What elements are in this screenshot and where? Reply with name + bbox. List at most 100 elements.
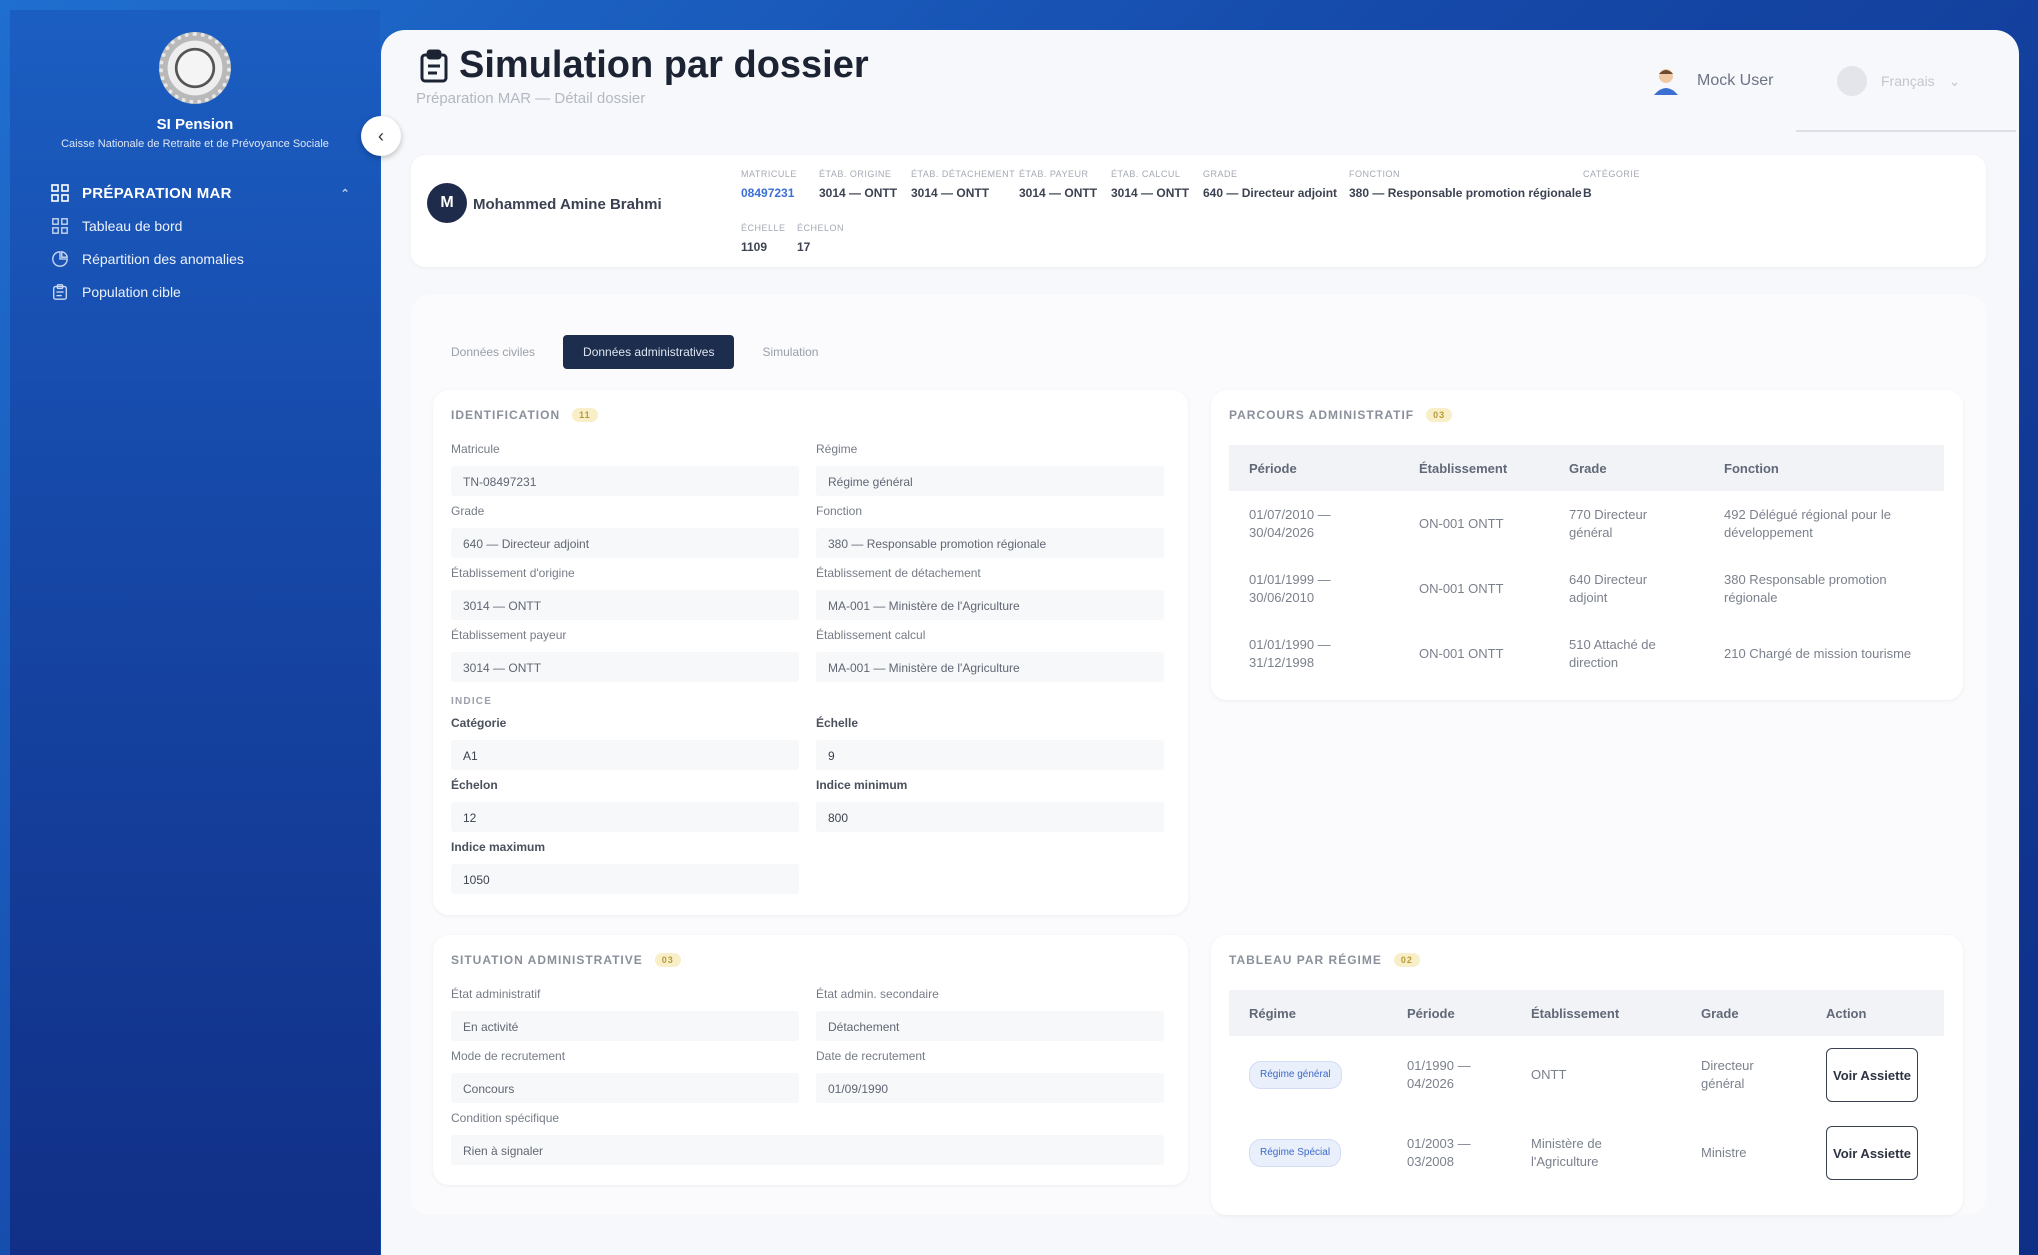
field-input[interactable]: En activité bbox=[451, 1011, 799, 1041]
meta-value: 380 — Responsable promotion régionale bbox=[1349, 186, 1582, 200]
field-input[interactable]: MA-001 — Ministère de l'Agriculture bbox=[816, 652, 1164, 682]
tab-donnees-civiles[interactable]: Données civiles bbox=[433, 335, 553, 369]
table-cell: 01/07/2010 — 30/04/2026 bbox=[1249, 506, 1331, 540]
meta-categorie: CATÉGORIE B bbox=[1583, 169, 1640, 200]
field-etat-secondaire: État admin. secondaire Détachement bbox=[816, 987, 1164, 1041]
regime-badge: Régime général bbox=[1249, 1061, 1342, 1089]
field-input[interactable]: 12 bbox=[451, 802, 799, 832]
grid-icon bbox=[50, 183, 70, 203]
table-row: Régime Spécial 01/2003 — 03/2008 Ministè… bbox=[1229, 1114, 1944, 1192]
table-cell: ON-001 ONTT bbox=[1419, 645, 1504, 661]
table-cell: 492 Délégué régional pour le développeme… bbox=[1724, 506, 1891, 540]
field-input[interactable]: 01/09/1990 bbox=[816, 1073, 1164, 1103]
field-input[interactable]: TN-08497231 bbox=[451, 466, 799, 496]
table-cell: 01/01/1990 — 31/12/1998 bbox=[1249, 636, 1331, 670]
table-cell: Voir Assiette bbox=[1806, 1036, 1944, 1114]
dossier-content: Données civiles Données administratives … bbox=[411, 295, 1986, 1215]
field-input[interactable]: A1 bbox=[451, 740, 799, 770]
field-regime: Régime Régime général bbox=[816, 442, 1164, 496]
field-echelle: Échelle 9 bbox=[816, 716, 1164, 770]
main-panel: Simulation par dossier Préparation MAR —… bbox=[381, 30, 2019, 1255]
sidebar-item-repartition-anomalies[interactable]: Répartition des anomalies bbox=[50, 242, 380, 275]
field-input[interactable]: 9 bbox=[816, 740, 1164, 770]
table-header-row: Période Établissement Grade Fonction bbox=[1229, 445, 1944, 491]
sidebar-item-population-cible[interactable]: Population cible bbox=[50, 275, 380, 308]
field-echelon: Échelon 12 bbox=[451, 778, 799, 832]
meta-fonction: FONCTION 380 — Responsable promotion rég… bbox=[1349, 169, 1582, 200]
field-input[interactable]: MA-001 — Ministère de l'Agriculture bbox=[816, 590, 1164, 620]
count-badge: 02 bbox=[1393, 953, 1420, 967]
column-header: Grade bbox=[1549, 445, 1704, 491]
field-input[interactable]: 380 — Responsable promotion régionale bbox=[816, 528, 1164, 558]
regime-table: Régime Période Établissement Grade Actio… bbox=[1229, 990, 1944, 1192]
card-title: IDENTIFICATION 11 bbox=[451, 408, 598, 422]
language-selector[interactable]: Français ⌄ bbox=[1837, 66, 1960, 96]
field-label: Établissement calcul bbox=[816, 628, 926, 642]
meta-value: 3014 — ONTT bbox=[911, 186, 990, 200]
field-input[interactable]: Concours bbox=[451, 1073, 799, 1103]
field-etab-calcul: Établissement calcul MA-001 — Ministère d… bbox=[816, 628, 1164, 682]
table-cell: ON-001 ONTT bbox=[1419, 580, 1504, 596]
meta-key: ÉTAB. ORIGINE bbox=[819, 169, 892, 179]
sidebar-item-tableau-de-bord[interactable]: Tableau de bord bbox=[50, 209, 380, 242]
meta-value: 17 bbox=[797, 240, 811, 254]
field-label: État admin. secondaire bbox=[816, 987, 939, 1001]
indice-section-label: INDICE bbox=[451, 696, 493, 707]
table-cell: 01/1990 — 04/2026 bbox=[1407, 1058, 1471, 1091]
card-title: PARCOURS ADMINISTRATIF 03 bbox=[1229, 408, 1453, 422]
field-label: Établissement de détachement bbox=[816, 566, 981, 580]
header-divider bbox=[1796, 130, 2016, 132]
field-input[interactable]: 3014 — ONTT bbox=[451, 652, 799, 682]
voir-assiette-button[interactable]: Voir Assiette bbox=[1826, 1048, 1918, 1102]
field-matricule: Matricule TN-08497231 bbox=[451, 442, 799, 496]
field-indice-maximum: Indice maximum 1050 bbox=[451, 840, 799, 894]
table-header-row: Régime Période Établissement Grade Actio… bbox=[1229, 990, 1944, 1036]
field-label: Échelle bbox=[816, 716, 859, 730]
chevron-down-icon: ⌄ bbox=[1948, 72, 1961, 89]
field-label: Grade bbox=[451, 504, 485, 518]
meta-key: ÉTAB. PAYEUR bbox=[1019, 169, 1089, 179]
tab-simulation[interactable]: Simulation bbox=[744, 335, 836, 369]
card-title-text: IDENTIFICATION bbox=[451, 408, 561, 422]
page-title: Simulation par dossier bbox=[419, 44, 869, 87]
field-label: Matricule bbox=[451, 442, 500, 456]
field-mode-recrutement: Mode de recrutement Concours bbox=[451, 1049, 799, 1103]
field-label: Condition spécifique bbox=[451, 1111, 560, 1125]
table-cell: 770 Directeur général bbox=[1569, 506, 1648, 540]
field-input[interactable]: Rien à signaler bbox=[451, 1135, 1164, 1165]
meta-value: 3014 — ONTT bbox=[819, 186, 898, 200]
field-input[interactable]: 3014 — ONTT bbox=[451, 590, 799, 620]
table-row: 01/01/1990 — 31/12/1998 ON-001 ONTT 510 … bbox=[1229, 621, 1944, 686]
meta-value-link[interactable]: 08497231 bbox=[741, 186, 797, 200]
meta-key: CATÉGORIE bbox=[1583, 169, 1640, 179]
meta-matricule: MATRICULE 08497231 bbox=[741, 169, 797, 200]
chevron-up-icon: ⌃ bbox=[340, 187, 350, 200]
field-input[interactable]: 640 — Directeur adjoint bbox=[451, 528, 799, 558]
meta-key: ÉCHELLE bbox=[741, 223, 786, 233]
meta-etab-payeur: ÉTAB. PAYEUR 3014 — ONTT bbox=[1019, 169, 1097, 200]
voir-assiette-button[interactable]: Voir Assiette bbox=[1826, 1126, 1918, 1180]
card-title: SITUATION ADMINISTRATIVE 03 bbox=[451, 953, 681, 967]
field-input[interactable]: Régime général bbox=[816, 466, 1164, 496]
field-input[interactable]: Détachement bbox=[816, 1011, 1164, 1041]
meta-etab-detachement: ÉTAB. DÉTACHEMENT 3014 — ONTT bbox=[911, 169, 1015, 200]
column-header: Établissement bbox=[1399, 445, 1549, 491]
sidebar-item-label: Tableau de bord bbox=[82, 217, 183, 234]
user-name: Mock User bbox=[1697, 72, 1774, 89]
meta-value: 1109 bbox=[741, 240, 768, 254]
field-input[interactable]: 1050 bbox=[451, 864, 799, 894]
user-menu[interactable]: Mock User bbox=[1651, 66, 1773, 96]
table-row: 01/01/1999 — 30/06/2010 ON-001 ONTT 640 … bbox=[1229, 556, 1944, 621]
table-cell: 510 Attaché de direction bbox=[1569, 636, 1656, 670]
count-badge: 03 bbox=[654, 953, 681, 967]
meta-value: 3014 — ONTT bbox=[1111, 186, 1190, 200]
column-header: Période bbox=[1387, 990, 1511, 1036]
meta-echelle: ÉCHELLE 1109 bbox=[741, 223, 786, 254]
sidebar-collapse-button[interactable]: ‹ bbox=[361, 116, 401, 156]
sidebar-item-label: Répartition des anomalies bbox=[82, 250, 244, 267]
parcours-card: PARCOURS ADMINISTRATIF 03 Période Établi… bbox=[1211, 390, 1963, 700]
nav-group-preparation-mar[interactable]: PRÉPARATION MAR ⌃ bbox=[50, 177, 380, 209]
tab-donnees-administratives[interactable]: Données administratives bbox=[563, 335, 735, 369]
meta-value: 3014 — ONTT bbox=[1019, 186, 1098, 200]
field-input[interactable]: 800 bbox=[816, 802, 1164, 832]
